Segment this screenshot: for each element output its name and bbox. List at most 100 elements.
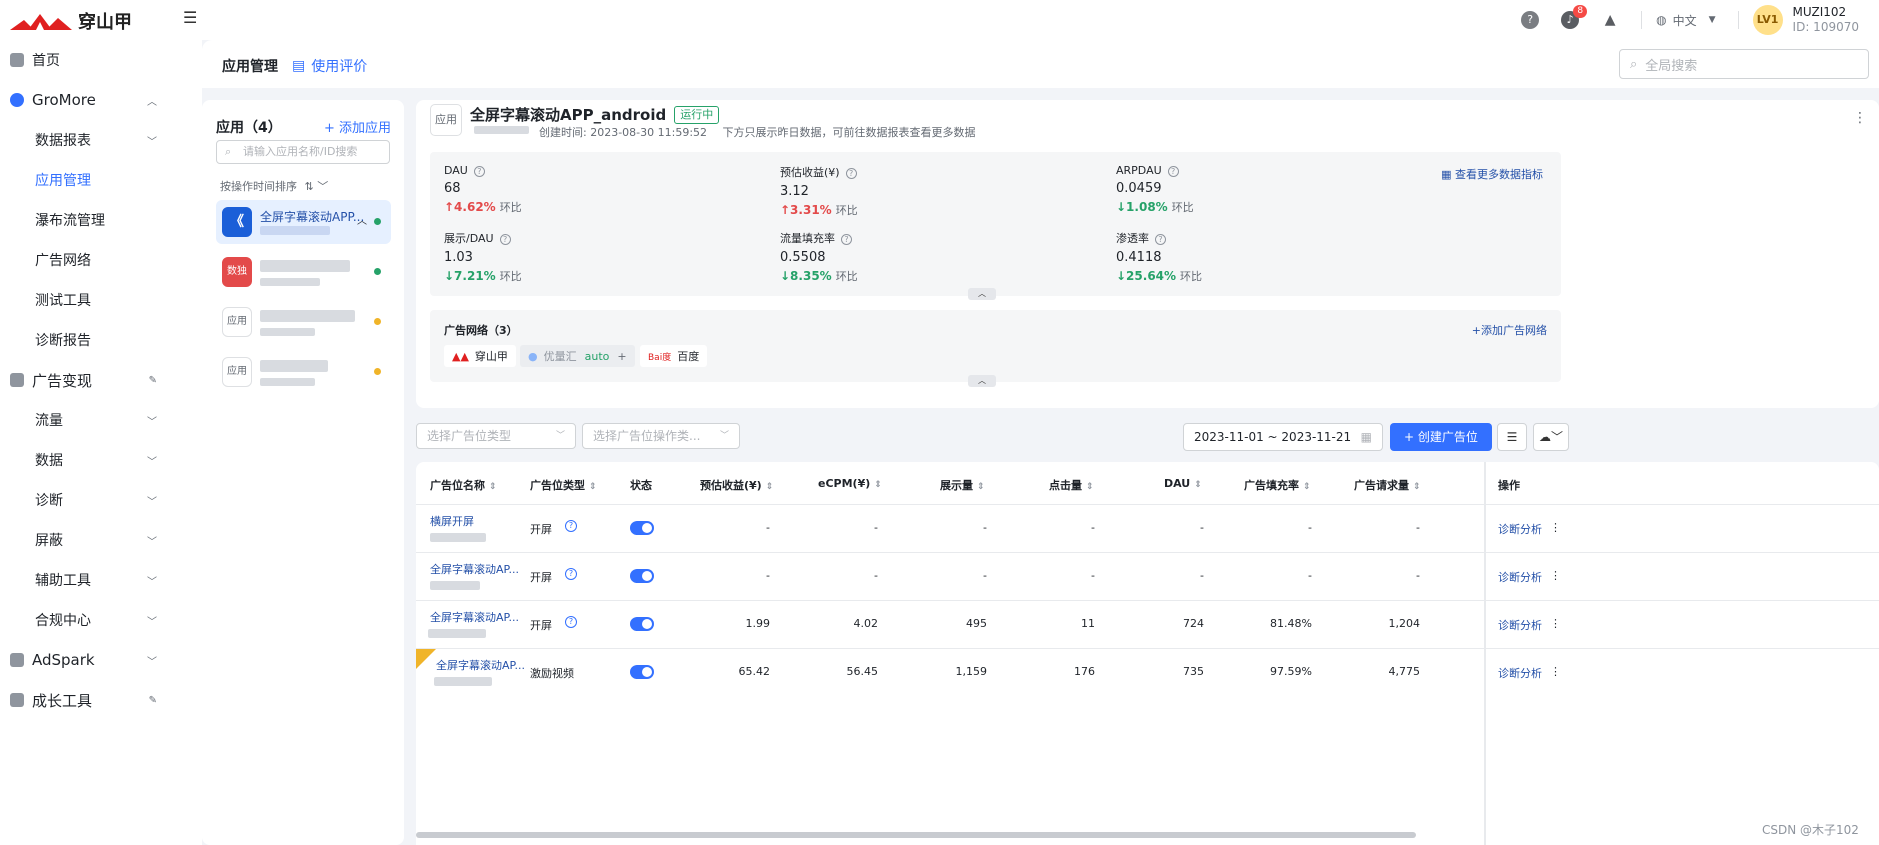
column-header[interactable]: 预估收益(¥) ⇕ [700,477,773,493]
sidebar-item-waterfall[interactable]: 瀑布流管理 [0,200,202,240]
column-header[interactable]: 广告填充率 ⇕ [1244,477,1311,493]
download-icon[interactable]: ☁﹀ [1533,423,1569,451]
global-search-input[interactable]: ⌕ 全局搜索 [1619,49,1869,79]
help-icon[interactable]: ? [473,166,485,177]
chevron-up-icon[interactable]: ︿ [357,212,367,227]
column-header[interactable]: 广告位类型 ⇕ [530,477,597,493]
sidebar-group-adspark[interactable]: AdSpark ﹀ [0,640,202,680]
add-ad-network-button[interactable]: +添加广告网络 [1472,322,1547,338]
network-name: 百度 [677,350,700,363]
sidebar-group-monetize[interactable]: 广告变现 ✎ [0,360,202,400]
brand-logo[interactable]: 穿山甲 [10,8,132,34]
sidebar-item-traffic[interactable]: 流量 ﹀ [0,400,202,440]
sidebar-item-ad-network[interactable]: 广告网络 [0,240,202,280]
diagnose-link[interactable]: 诊断分析 [1498,521,1542,537]
sidebar-item-app-manage[interactable]: 应用管理 [0,160,202,200]
help-icon[interactable]: ? [1155,234,1166,245]
app-search-placeholder: 请输入应用名称/ID搜索 [243,145,358,158]
help-icon[interactable]: ? [1167,166,1179,177]
ecpm-value: - [874,521,878,534]
row-more-icon[interactable]: ⋮ [1550,665,1561,678]
date-range-picker[interactable]: 2023-11-01 ~ 2023-11-21 ▦ [1183,423,1383,451]
help-icon[interactable]: ? [565,616,577,628]
diagnose-link[interactable]: 诊断分析 [1498,665,1542,681]
sidebar-group-gromore[interactable]: GroMore ︿ [0,80,202,120]
horizontal-scrollbar[interactable] [416,832,1416,838]
pin-icon[interactable]: ✎ [149,375,157,386]
app-search-input[interactable]: ⌕ 请输入应用名称/ID搜索 [216,140,390,164]
help-icon[interactable]: ? [841,234,852,245]
metric-change: ↓7.21% 环比 [444,268,744,284]
sidebar-item-compliance[interactable]: 合规中心 ﹀ [0,600,202,640]
tab-app-manage[interactable]: 应用管理 [222,56,278,76]
sidebar-group-growth[interactable]: 成长工具 ✎ [0,680,202,720]
tab-usage-review[interactable]: ▤ 使用评价 [292,56,367,76]
sidebar-item-aux-tools[interactable]: 辅助工具 ﹀ [0,560,202,600]
diagnose-link[interactable]: 诊断分析 [1498,569,1542,585]
requests-value: - [1416,521,1420,534]
settings-columns-icon[interactable]: ☰ [1497,423,1527,451]
collapse-metrics-button[interactable]: ︿ [968,288,996,300]
column-header[interactable]: 广告位名称 ⇕ [430,477,497,493]
collapse-adnet-button[interactable]: ︿ [968,375,996,387]
add-icon[interactable]: + [617,350,626,363]
pin-icon[interactable]: ✎ [149,695,157,706]
status-toggle[interactable] [630,521,654,535]
app-list-item[interactable]: 《 全屏字幕滚动APP... ︿ [216,200,391,244]
network-chip-baidu[interactable]: Bai度 百度 [640,345,708,367]
diagnose-link[interactable]: 诊断分析 [1498,617,1542,633]
help-icon[interactable]: ? [565,568,577,580]
revenue-value: 1.99 [745,617,771,630]
sidebar-item-data[interactable]: 数据 ﹀ [0,440,202,480]
sidebar-item-home[interactable]: 首页 [0,40,202,80]
help-icon[interactable]: ? [499,234,511,245]
status-toggle[interactable] [630,617,654,631]
row-more-icon[interactable]: ⋮ [1550,569,1561,582]
row-more-icon[interactable]: ⋮ [1550,617,1561,630]
ad-slot-name-link[interactable]: 全屏字幕滚动AP... [430,609,519,625]
column-header[interactable]: DAU ⇕ [1164,477,1202,490]
app-list-item[interactable]: 应用 [216,350,391,394]
column-header: 状态 [630,479,652,492]
column-header[interactable]: 点击量 ⇕ [1049,477,1094,493]
add-app-button[interactable]: + 添加应用 [324,117,391,137]
tab-label: 使用评价 [311,59,368,75]
column-header[interactable]: eCPM(¥) ⇕ [818,477,882,490]
clicks-value: 11 [1081,617,1095,630]
ad-op-type-select[interactable]: 选择广告位操作类... ﹀ [582,423,740,449]
network-chip-ylh[interactable]: ● 优量汇 auto + [520,345,635,367]
ad-slot-name-link[interactable]: 横屏开屏 [430,513,474,529]
app-meta: 创建时间: 2023-08-30 11:59:52 下方只展示昨日数据，可前往数… [539,124,988,140]
create-ad-slot-button[interactable]: + 创建广告位 [1390,423,1492,451]
column-header[interactable]: 展示量 ⇕ [940,477,985,493]
help-icon[interactable]: ? [1521,11,1540,29]
network-chip-pangle[interactable]: ▲▲ 穿山甲 [444,345,516,367]
brand-triangle-icon[interactable]: ▲ [1601,11,1619,29]
sidebar-item-test-tools[interactable]: 测试工具 [0,280,202,320]
sort-dropdown[interactable]: 按操作时间排序 ⇅ ﹀ [220,178,328,194]
help-icon[interactable]: ? [565,520,577,532]
help-icon[interactable]: ? [845,168,857,179]
ad-type-select[interactable]: 选择广告位类型 ﹀ [416,423,576,449]
app-list-item[interactable]: 应用 [216,300,391,344]
more-actions-icon[interactable]: ⋮ [1853,110,1867,126]
sidebar-item-block[interactable]: 屏蔽 ﹀ [0,520,202,560]
column-header[interactable]: 广告请求量 ⇕ [1354,477,1421,493]
sidebar-item-diagnose[interactable]: 诊断 ﹀ [0,480,202,520]
ad-slot-name-link[interactable]: 全屏字幕滚动AP... [430,561,519,577]
status-toggle[interactable] [630,569,654,583]
user-info[interactable]: MUZI102 ID: 109070 [1793,5,1859,35]
sidebar-item-data-report[interactable]: 数据报表 ﹀ [0,120,202,160]
language-switch[interactable]: ◍ 中文 ▼ [1656,12,1715,29]
status-toggle[interactable] [630,665,654,679]
collapse-sidebar-icon[interactable]: ☰ [183,8,197,27]
sidebar-item-diagnosis-report[interactable]: 诊断报告 [0,320,202,360]
redacted-app-id [260,378,315,386]
ad-slot-name-link[interactable]: 全屏字幕滚动AP... [436,657,525,673]
auto-tag: auto [584,349,610,363]
app-list-item[interactable]: 数独 [216,250,391,294]
row-more-icon[interactable]: ⋮ [1550,521,1561,534]
more-metrics-link[interactable]: ▦ 查看更多数据指标 [1441,166,1543,182]
level-avatar[interactable]: LV1 [1752,5,1783,35]
bell-icon[interactable]: ♪ 8 [1561,5,1588,29]
